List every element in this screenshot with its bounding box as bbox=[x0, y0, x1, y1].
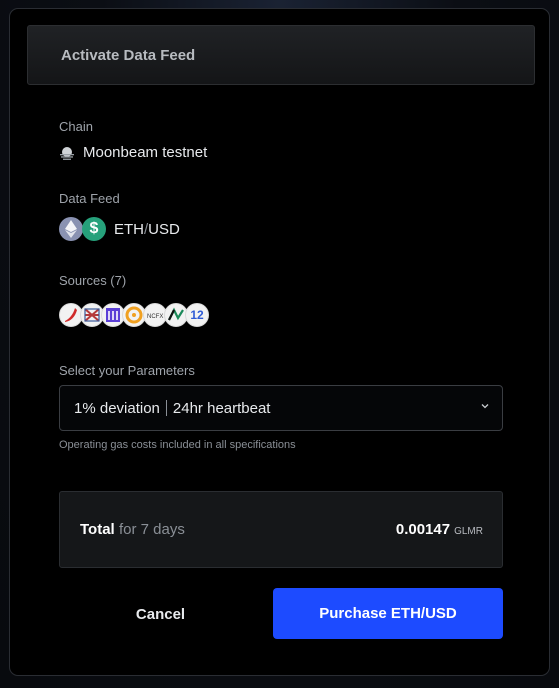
total-summary: Total for 7 days 0.00147 GLMR bbox=[59, 491, 503, 568]
total-amount-unit: GLMR bbox=[454, 526, 483, 537]
usd-coin-icon: $ bbox=[82, 217, 106, 241]
chevron-down-icon bbox=[481, 404, 489, 409]
total-period: for 7 days bbox=[119, 521, 185, 538]
sources-list: NCFX 12 bbox=[59, 303, 209, 327]
parameters-label: Select your Parameters bbox=[59, 363, 195, 378]
sources-label: Sources (7) bbox=[59, 273, 127, 288]
cancel-button[interactable]: Cancel bbox=[93, 599, 228, 629]
chain-name: Moonbeam testnet bbox=[83, 144, 208, 161]
deviation-value: 1% deviation bbox=[74, 399, 160, 417]
modal-title: Activate Data Feed bbox=[61, 47, 196, 64]
chain-label: Chain bbox=[59, 119, 93, 134]
gas-costs-hint: Operating gas costs included in all spec… bbox=[59, 439, 296, 451]
total-amount: 0.00147 GLMR bbox=[396, 521, 483, 538]
feed-base: ETH bbox=[114, 220, 144, 238]
svg-text:NCFX: NCFX bbox=[147, 314, 163, 320]
data-feed-label: Data Feed bbox=[59, 191, 120, 206]
purchase-button[interactable]: Purchase ETH/USD bbox=[273, 588, 503, 639]
total-amount-value: 0.00147 bbox=[395, 521, 451, 538]
parameters-select[interactable]: 1% deviation 24hr heartbeat bbox=[59, 385, 503, 431]
feed-quote: USD bbox=[148, 220, 180, 238]
total-label: Total bbox=[80, 521, 115, 538]
select-divider bbox=[165, 400, 167, 416]
pair-icons: $ bbox=[59, 217, 106, 241]
modal-header: Activate Data Feed bbox=[27, 25, 535, 85]
heartbeat-value: 24hr heartbeat bbox=[172, 399, 271, 417]
ethereum-icon bbox=[59, 217, 83, 241]
chain-value-row: Moonbeam testnet bbox=[59, 144, 207, 161]
activate-data-feed-modal: Activate Data Feed Chain Moonbeam testne… bbox=[9, 8, 550, 676]
source-7-icon: 12 bbox=[185, 303, 209, 327]
data-feed-value-row: $ ETH / USD bbox=[59, 217, 180, 241]
moonbeam-icon bbox=[60, 146, 74, 160]
